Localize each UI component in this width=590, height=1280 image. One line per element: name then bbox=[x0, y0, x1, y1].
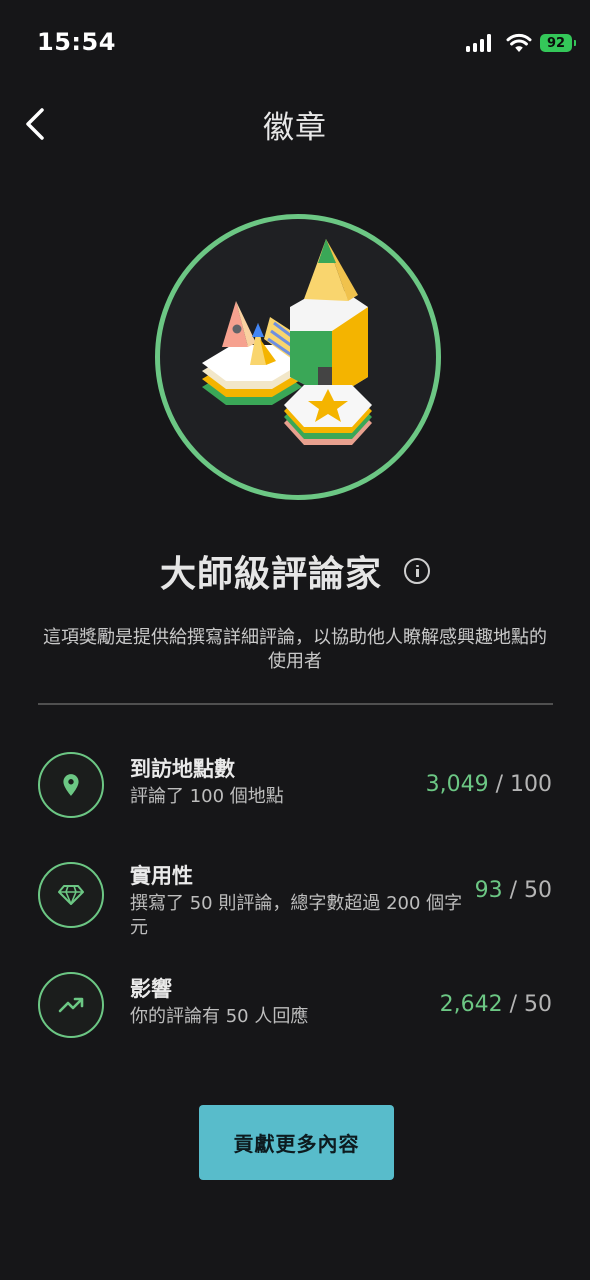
info-icon[interactable] bbox=[404, 558, 430, 584]
requirement-text: 實用性 撰寫了 50 則評論，總字數超過 200 個字元 bbox=[130, 862, 470, 940]
divider bbox=[38, 703, 553, 705]
progress-current: 2,642 bbox=[439, 992, 503, 1017]
badge-title-row: 大師級評論家 bbox=[0, 545, 590, 597]
diamond-icon bbox=[38, 862, 104, 928]
badge-name: 大師級評論家 bbox=[159, 554, 382, 595]
trending-up-icon bbox=[38, 972, 104, 1038]
progress-target: 50 bbox=[524, 992, 552, 1017]
requirement-progress: 3,049 / 100 bbox=[426, 772, 552, 797]
badge-illustration bbox=[202, 239, 372, 445]
location-pin-icon bbox=[38, 752, 104, 818]
header: 徽章 bbox=[0, 90, 590, 156]
cellular-signal-icon bbox=[466, 34, 494, 52]
wifi-icon bbox=[506, 33, 532, 52]
status-icons: 92 bbox=[466, 32, 576, 54]
requirement-impact: 影響 你的評論有 50 人回應 2,642 / 50 bbox=[0, 972, 590, 1040]
progress-separator: / bbox=[488, 772, 510, 797]
badge-image bbox=[155, 214, 441, 500]
requirement-progress: 2,642 / 50 bbox=[440, 992, 552, 1017]
progress-current: 3,049 bbox=[425, 772, 489, 797]
contribute-more-button[interactable]: 貢獻更多內容 bbox=[199, 1105, 394, 1180]
page-title: 徽章 bbox=[263, 110, 327, 146]
progress-separator: / bbox=[502, 878, 524, 903]
requirement-title: 影響 bbox=[130, 977, 172, 1001]
progress-target: 50 bbox=[524, 878, 552, 903]
requirement-description: 你的評論有 50 人回應 bbox=[130, 1006, 309, 1027]
battery-level: 92 bbox=[546, 35, 566, 51]
requirement-text: 到訪地點數 評論了 100 個地點 bbox=[130, 755, 284, 809]
requirement-text: 影響 你的評論有 50 人回應 bbox=[130, 975, 308, 1029]
requirement-helpfulness: 實用性 撰寫了 50 則評論，總字數超過 200 個字元 93 / 50 bbox=[0, 862, 590, 938]
requirement-title: 到訪地點數 bbox=[130, 757, 235, 781]
requirement-places-visited: 到訪地點數 評論了 100 個地點 3,049 / 100 bbox=[0, 752, 590, 820]
status-time: 15:54 bbox=[37, 28, 116, 56]
battery-icon: 92 bbox=[540, 34, 576, 52]
requirement-progress: 93 / 50 bbox=[475, 878, 552, 903]
badge-description: 這項獎勵是提供給撰寫詳細評論，以協助他人瞭解感興趣地點的使用者 bbox=[43, 627, 547, 672]
requirement-title: 實用性 bbox=[130, 864, 193, 888]
requirement-description: 撰寫了 50 則評論，總字數超過 200 個字元 bbox=[130, 893, 463, 938]
progress-current: 93 bbox=[474, 878, 503, 903]
progress-separator: / bbox=[502, 992, 524, 1017]
progress-target: 100 bbox=[510, 772, 552, 797]
requirement-description: 評論了 100 個地點 bbox=[130, 786, 284, 807]
status-bar: 15:54 92 bbox=[0, 0, 590, 90]
